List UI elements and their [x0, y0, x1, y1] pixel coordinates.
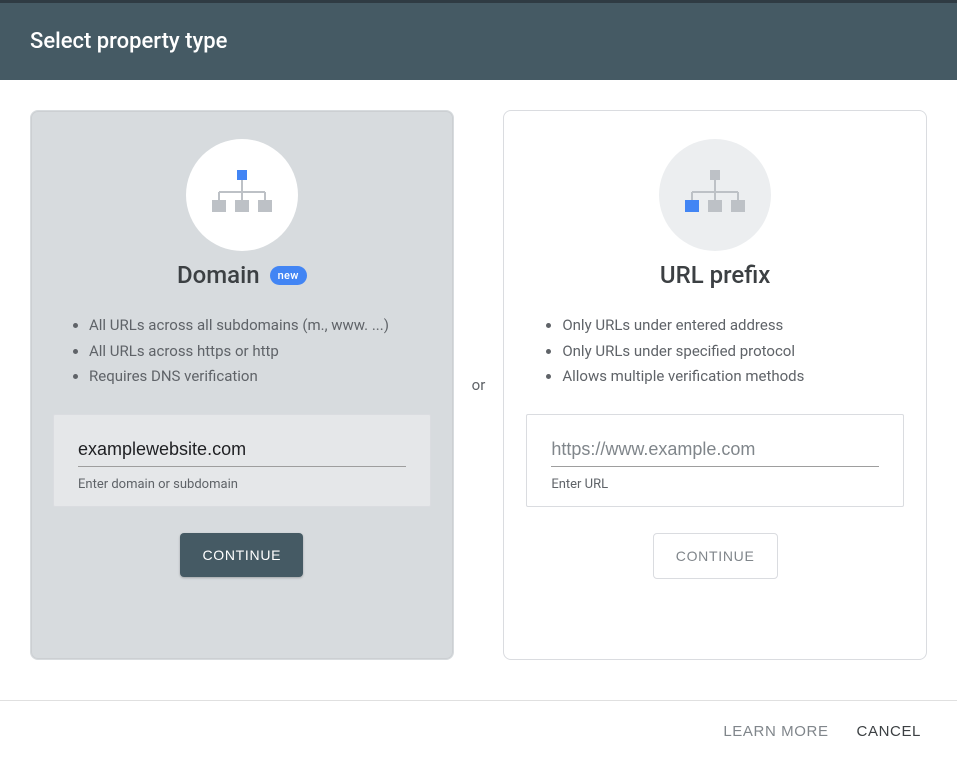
dialog-footer: LEARN MORE CANCEL: [0, 700, 957, 762]
bullet-item: Allows multiple verification methods: [562, 364, 894, 390]
cancel-button[interactable]: CANCEL: [857, 723, 921, 740]
urlprefix-title-row: URL prefix: [660, 261, 770, 289]
urlprefix-title: URL prefix: [660, 261, 770, 289]
domain-continue-button[interactable]: CONTINUE: [180, 533, 303, 577]
domain-input-help: Enter domain or subdomain: [78, 477, 406, 492]
card-row: Domain new All URLs across all subdomain…: [0, 80, 957, 690]
domain-card[interactable]: Domain new All URLs across all subdomain…: [30, 110, 454, 660]
urlprefix-input-box: Enter URL: [526, 414, 904, 507]
domain-bullets: All URLs across all subdomains (m., www.…: [53, 313, 431, 390]
learn-more-button[interactable]: LEARN MORE: [723, 723, 828, 740]
dialog-header: Select property type: [0, 3, 957, 80]
new-badge: new: [270, 266, 307, 285]
urlprefix-card[interactable]: URL prefix Only URLs under entered addre…: [503, 110, 927, 660]
urlprefix-input[interactable]: [551, 435, 879, 467]
bullet-item: All URLs across https or http: [89, 339, 421, 365]
bullet-item: Only URLs under entered address: [562, 313, 894, 339]
urlprefix-input-help: Enter URL: [551, 477, 879, 492]
sitemap-icon: [209, 170, 275, 220]
dialog-title: Select property type: [30, 29, 927, 54]
domain-thumb: [186, 139, 298, 251]
bullet-item: Only URLs under specified protocol: [562, 339, 894, 365]
urlprefix-continue-button[interactable]: CONTINUE: [653, 533, 778, 579]
or-separator: or: [472, 376, 486, 394]
urlprefix-thumb: [659, 139, 771, 251]
domain-input[interactable]: [78, 435, 406, 467]
domain-title-row: Domain new: [177, 261, 307, 289]
bullet-item: Requires DNS verification: [89, 364, 421, 390]
domain-title: Domain: [177, 261, 260, 289]
domain-input-box: Enter domain or subdomain: [53, 414, 431, 507]
urlprefix-bullets: Only URLs under entered address Only URL…: [526, 313, 904, 390]
sitemap-icon: [682, 170, 748, 220]
bullet-item: All URLs across all subdomains (m., www.…: [89, 313, 421, 339]
